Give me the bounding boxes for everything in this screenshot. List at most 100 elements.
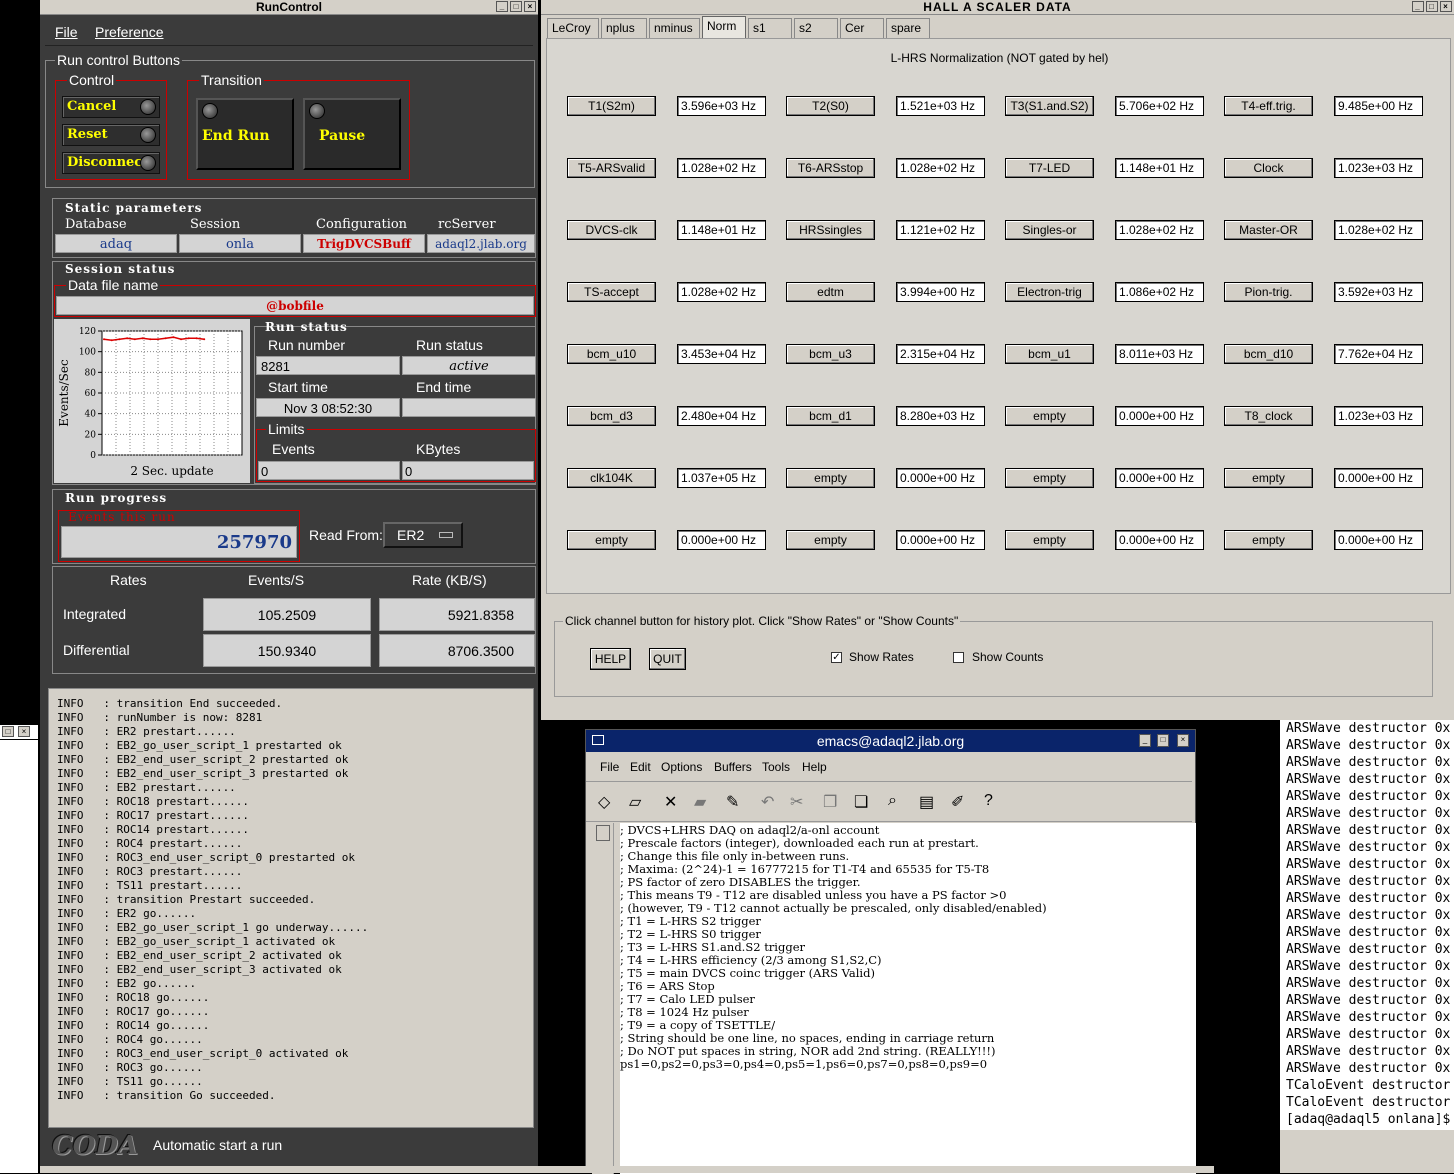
message-log[interactable]: INFO : transition End succeeded. INFO : r… bbox=[48, 688, 534, 1128]
channel-rate-empty[interactable]: 0.000e+00 Hz bbox=[1115, 406, 1204, 426]
minimize-icon[interactable]: _ bbox=[1139, 734, 1151, 747]
channel-rate-t7-led[interactable]: 1.148e+01 Hz bbox=[1115, 158, 1204, 178]
channel-button-empty[interactable]: empty bbox=[567, 530, 656, 550]
pause-button[interactable]: Pause bbox=[303, 98, 401, 170]
channel-rate-electron-trig[interactable]: 1.086e+02 Hz bbox=[1115, 282, 1204, 302]
channel-button-empty[interactable]: empty bbox=[1224, 468, 1313, 488]
channel-button-bcm-u3[interactable]: bcm_u3 bbox=[786, 344, 875, 364]
scroll-thumb[interactable] bbox=[596, 825, 610, 841]
close-icon[interactable]: × bbox=[1440, 1, 1452, 12]
restore-icon[interactable]: □ bbox=[2, 726, 14, 737]
events-limit-input[interactable]: 0 bbox=[258, 461, 400, 480]
channel-rate-bcm-d10[interactable]: 7.762e+04 Hz bbox=[1334, 344, 1423, 364]
disconnect-button[interactable]: Disconnect bbox=[62, 152, 160, 174]
channel-rate-ts-accept[interactable]: 1.028e+02 Hz bbox=[677, 282, 766, 302]
save-icon[interactable]: ▰ bbox=[694, 792, 706, 812]
channel-button-edtm[interactable]: edtm bbox=[786, 282, 875, 302]
copy-icon[interactable]: ❐ bbox=[823, 792, 837, 812]
channel-rate-empty[interactable]: 0.000e+00 Hz bbox=[1115, 468, 1204, 488]
emacs-buffer[interactable]: ; DVCS+LHRS DAQ on adaql2/a-onl account;… bbox=[620, 823, 1196, 1174]
tab-lecroy[interactable]: LeCroy bbox=[547, 18, 599, 38]
tab-s2[interactable]: s2 bbox=[794, 18, 838, 38]
maximize-icon[interactable]: □ bbox=[1157, 734, 1169, 747]
menu-file[interactable]: File bbox=[55, 24, 78, 40]
channel-button-t1-s2m-[interactable]: T1(S2m) bbox=[567, 96, 656, 116]
minimize-icon[interactable]: _ bbox=[1412, 1, 1424, 12]
emacs-menu-edit[interactable]: Edit bbox=[630, 760, 651, 774]
channel-rate-clk104k[interactable]: 1.037e+05 Hz bbox=[677, 468, 766, 488]
channel-button-t6-arsstop[interactable]: T6-ARSstop bbox=[786, 158, 875, 178]
read-from-select[interactable]: ER2 bbox=[383, 522, 463, 548]
cut-icon[interactable]: ✂ bbox=[790, 792, 803, 812]
channel-button-pion-trig-[interactable]: Pion-trig. bbox=[1224, 282, 1313, 302]
channel-button-empty[interactable]: empty bbox=[1005, 406, 1094, 426]
channel-rate-bcm-u10[interactable]: 3.453e+04 Hz bbox=[677, 344, 766, 364]
emacs-menu-help[interactable]: Help bbox=[802, 760, 827, 774]
channel-button-empty[interactable]: empty bbox=[1005, 530, 1094, 550]
emacs-menu-tools[interactable]: Tools bbox=[762, 760, 790, 774]
open-folder-icon[interactable]: ▱ bbox=[629, 792, 641, 812]
show-rates-checkbox[interactable]: ✓ bbox=[831, 652, 842, 663]
cancel-button[interactable]: Cancel bbox=[62, 96, 160, 118]
show-counts-checkbox[interactable] bbox=[953, 652, 964, 663]
tab-nplus[interactable]: nplus bbox=[601, 18, 647, 38]
help-button[interactable]: HELP bbox=[590, 648, 631, 670]
channel-button-empty[interactable]: empty bbox=[1224, 530, 1313, 550]
search-icon[interactable]: ⌕ bbox=[888, 792, 897, 810]
channel-rate-dvcs-clk[interactable]: 1.148e+01 Hz bbox=[677, 220, 766, 240]
preferences-icon[interactable]: ✐ bbox=[951, 792, 964, 812]
help-icon[interactable]: ? bbox=[984, 792, 993, 810]
reset-button[interactable]: Reset bbox=[62, 124, 160, 146]
emacs-titlebar[interactable]: emacs@adaql2.jlab.org _ □ × bbox=[586, 730, 1195, 752]
channel-rate-edtm[interactable]: 3.994e+00 Hz bbox=[896, 282, 985, 302]
channel-button-singles-or[interactable]: Singles-or bbox=[1005, 220, 1094, 240]
end-run-button[interactable]: End Run bbox=[196, 98, 294, 170]
maximize-icon[interactable]: □ bbox=[1426, 1, 1438, 12]
channel-button-t7-led[interactable]: T7-LED bbox=[1005, 158, 1094, 178]
menu-preference[interactable]: Preference bbox=[95, 24, 163, 40]
channel-button-bcm-u10[interactable]: bcm_u10 bbox=[567, 344, 656, 364]
channel-rate-empty[interactable]: 0.000e+00 Hz bbox=[1115, 530, 1204, 550]
tab-norm[interactable]: Norm bbox=[702, 16, 746, 38]
emacs-menu-file[interactable]: File bbox=[600, 760, 619, 774]
emacs-menu-buffers[interactable]: Buffers bbox=[714, 760, 752, 774]
channel-rate-t3-s1-and-s2-[interactable]: 5.706e+02 Hz bbox=[1115, 96, 1204, 116]
scaler-titlebar[interactable]: HALL A SCALER DATA _ □ × bbox=[541, 0, 1454, 15]
channel-rate-singles-or[interactable]: 1.028e+02 Hz bbox=[1115, 220, 1204, 240]
paste-icon[interactable]: ❏ bbox=[854, 792, 868, 812]
channel-button-dvcs-clk[interactable]: DVCS-clk bbox=[567, 220, 656, 240]
save-as-icon[interactable]: ✎ bbox=[726, 792, 739, 812]
close-icon[interactable]: × bbox=[524, 1, 536, 12]
channel-rate-t1-s2m-[interactable]: 3.596e+03 Hz bbox=[677, 96, 766, 116]
terminal-window[interactable]: ARSWave destructor 0x ARSWave destructor … bbox=[1280, 720, 1454, 1130]
channel-button-bcm-d10[interactable]: bcm_d10 bbox=[1224, 344, 1313, 364]
minimize-icon[interactable]: _ bbox=[496, 1, 508, 12]
channel-rate-bcm-d1[interactable]: 8.280e+03 Hz bbox=[896, 406, 985, 426]
channel-button-t5-arsvalid[interactable]: T5-ARSvalid bbox=[567, 158, 656, 178]
channel-rate-bcm-u3[interactable]: 2.315e+04 Hz bbox=[896, 344, 985, 364]
close-icon[interactable]: × bbox=[18, 726, 30, 737]
channel-rate-clock[interactable]: 1.023e+03 Hz bbox=[1334, 158, 1423, 178]
channel-rate-t8-clock[interactable]: 1.023e+03 Hz bbox=[1334, 406, 1423, 426]
channel-rate-t4-eff-trig-[interactable]: 9.485e+00 Hz bbox=[1334, 96, 1423, 116]
channel-button-electron-trig[interactable]: Electron-trig bbox=[1005, 282, 1094, 302]
channel-button-master-or[interactable]: Master-OR bbox=[1224, 220, 1313, 240]
channel-button-t2-s0-[interactable]: T2(S0) bbox=[786, 96, 875, 116]
close-buffer-icon[interactable]: ✕ bbox=[664, 792, 677, 812]
channel-button-bcm-u1[interactable]: bcm_u1 bbox=[1005, 344, 1094, 364]
tab-s1[interactable]: s1 bbox=[748, 18, 792, 38]
channel-rate-t6-arsstop[interactable]: 1.028e+02 Hz bbox=[896, 158, 985, 178]
channel-button-t8-clock[interactable]: T8_clock bbox=[1224, 406, 1313, 426]
channel-rate-empty[interactable]: 0.000e+00 Hz bbox=[1334, 530, 1423, 550]
undo-icon[interactable]: ↶ bbox=[761, 792, 774, 812]
channel-button-t3-s1-and-s2-[interactable]: T3(S1.and.S2) bbox=[1005, 96, 1094, 116]
channel-rate-bcm-u1[interactable]: 8.011e+03 Hz bbox=[1115, 344, 1204, 364]
emacs-menu-options[interactable]: Options bbox=[661, 760, 702, 774]
channel-button-ts-accept[interactable]: TS-accept bbox=[567, 282, 656, 302]
channel-button-empty[interactable]: empty bbox=[786, 530, 875, 550]
window-menu-icon[interactable] bbox=[592, 735, 604, 745]
tab-nminus[interactable]: nminus bbox=[649, 18, 700, 38]
channel-rate-empty[interactable]: 0.000e+00 Hz bbox=[1334, 468, 1423, 488]
channel-button-t4-eff-trig-[interactable]: T4-eff.trig. bbox=[1224, 96, 1313, 116]
runcontrol-titlebar[interactable]: RunControl _ □ × bbox=[40, 0, 538, 15]
